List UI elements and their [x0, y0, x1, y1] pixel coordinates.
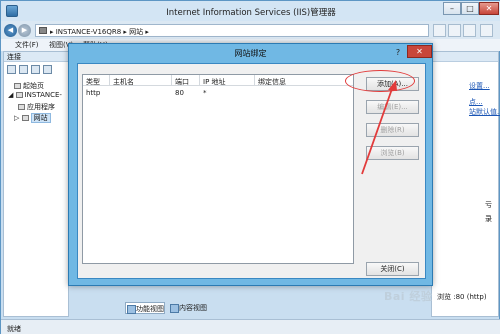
maximize-button[interactable]: □ [461, 2, 479, 15]
binding-row-ip[interactable]: * [203, 89, 207, 97]
actions-header [432, 52, 498, 62]
close-window-button[interactable]: ✕ [479, 2, 499, 15]
refresh-icon[interactable] [433, 24, 446, 37]
column-binding-info[interactable]: 绑定信息 [258, 77, 286, 87]
address-bar: ◀ ▶ ▸ INSTANCE-V16QR8 ▸ 网站 ▸ [1, 21, 500, 39]
tab-content-view[interactable]: 内容视图 [169, 302, 219, 314]
tree-item-server[interactable]: ◢ INSTANCE- [8, 91, 62, 99]
action-link-settings[interactable]: 设置... [469, 81, 490, 91]
action-text-1: 亏 [485, 201, 492, 209]
forward-arrow-icon[interactable]: ▶ [18, 24, 31, 37]
dialog-help-button[interactable]: ? [391, 47, 405, 58]
status-text: 就绪 [7, 325, 21, 333]
tree-item-start-page[interactable]: 起始页 [14, 81, 44, 91]
connections-pane: 连接 起始页 ◢ INSTANCE- 应用程序 ▷ 网站 [3, 51, 69, 317]
start-page-icon [14, 83, 21, 89]
address-path: ▸ INSTANCE-V16QR8 ▸ 网站 ▸ [50, 28, 149, 36]
dialog-body: 类型 主机名 端口 IP 地址 绑定信息 http 80 * 添加(A)... … [77, 63, 426, 279]
close-dialog-button[interactable]: 关闭(C) [366, 262, 419, 276]
save-icon[interactable] [19, 65, 28, 74]
bindings-header: 类型 主机名 端口 IP 地址 绑定信息 [83, 75, 353, 86]
title-bar: Internet Information Services (IIS)管理器 –… [1, 1, 500, 21]
tab-features-view[interactable]: 功能视图 [125, 302, 165, 314]
connect-icon[interactable] [7, 65, 16, 74]
action-link-points[interactable]: 点... [469, 97, 483, 107]
help-icon[interactable] [480, 24, 493, 37]
back-arrow-icon[interactable]: ◀ [4, 24, 17, 37]
browse-port-link[interactable]: 浏览 :80 (http) [437, 292, 487, 302]
connections-header: 连接 [4, 52, 68, 62]
app-pool-icon [18, 104, 25, 110]
window-title: Internet Information Services (IIS)管理器 [166, 8, 336, 18]
bindings-list[interactable]: 类型 主机名 端口 IP 地址 绑定信息 http 80 * [82, 74, 354, 264]
dialog-close-icon[interactable]: ✕ [407, 45, 432, 58]
watermark: Bai 经验 [384, 290, 433, 303]
dialog-title: 网站绑定 [234, 49, 267, 58]
column-type[interactable]: 类型 [86, 77, 100, 87]
home-icon[interactable] [463, 24, 476, 37]
minimize-button[interactable]: – [443, 2, 461, 15]
column-ip[interactable]: IP 地址 [203, 77, 226, 87]
up-icon[interactable] [31, 65, 40, 74]
server-icon [15, 92, 23, 98]
action-text-2: 录 [485, 215, 492, 223]
actions-pane: 设置... 点... 站默认值... 亏 录 浏览 :80 (http) [431, 51, 500, 317]
browse-button[interactable]: 浏览(B) [366, 146, 419, 160]
tree-item-sites[interactable]: ▷ 网站 [14, 113, 51, 123]
action-link-site-defaults[interactable]: 站默认值... [469, 107, 500, 117]
column-port[interactable]: 端口 [175, 77, 189, 87]
binding-row-port[interactable]: 80 [175, 89, 184, 97]
remove-button[interactable]: 删除(R) [366, 123, 419, 137]
tree-item-app-pools[interactable]: 应用程序 [18, 102, 55, 112]
column-hostname[interactable]: 主机名 [113, 77, 134, 87]
connections-toolbar [4, 63, 68, 76]
annotation-circle [345, 70, 415, 92]
status-bar: 就绪 [1, 319, 500, 334]
binding-row-type[interactable]: http [86, 89, 100, 97]
search-icon[interactable] [43, 65, 52, 74]
stop-icon[interactable] [448, 24, 461, 37]
address-field[interactable]: ▸ INSTANCE-V16QR8 ▸ 网站 ▸ [35, 24, 429, 37]
menu-file[interactable]: 文件(F) [15, 40, 39, 50]
edit-button[interactable]: 编辑(E)... [366, 100, 419, 114]
sites-folder-icon [21, 115, 29, 121]
server-icon [39, 27, 47, 34]
